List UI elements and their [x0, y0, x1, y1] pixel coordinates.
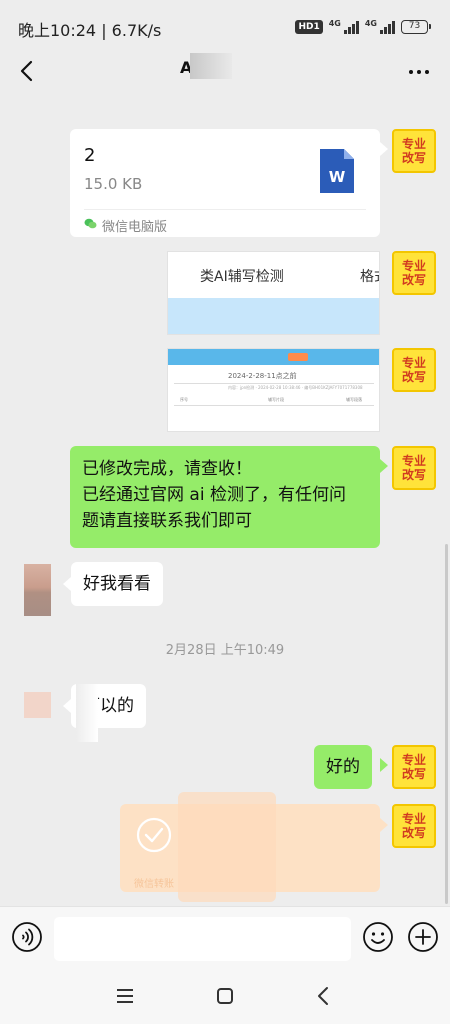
message-text: 好的 [326, 757, 360, 777]
image-divider [174, 405, 374, 406]
signal-icon [343, 20, 359, 34]
image-column-header: 辅写段落 [346, 397, 362, 402]
self-avatar[interactable]: 专业 改写 [392, 348, 436, 392]
emoji-icon[interactable] [362, 921, 394, 953]
scrollbar[interactable] [445, 544, 448, 904]
signal-icon [380, 20, 395, 34]
message-text: 好我看看 [83, 574, 151, 594]
more-options-icon[interactable] [406, 60, 432, 84]
plus-icon[interactable] [407, 921, 439, 953]
image-band [168, 349, 379, 365]
image-column-header: 辅写片段 [268, 397, 284, 402]
self-avatar[interactable]: 专业 改写 [392, 251, 436, 295]
self-avatar-text: 专业 改写 [401, 812, 426, 840]
self-avatar-text: 专业 改写 [401, 137, 426, 165]
bubble-tail [63, 577, 71, 591]
voice-icon[interactable] [11, 921, 43, 953]
file-name: 2 [84, 145, 96, 166]
self-avatar-text: 专业 改写 [401, 259, 426, 287]
bubble-tail [380, 459, 388, 473]
image-subtext: 内容：jpn检测 · 2024-02-28 10:38:46 · 编号BH01K… [228, 385, 363, 390]
transfer-label: 微信转账 [134, 879, 174, 890]
self-avatar[interactable]: 专业 改写 [392, 804, 436, 848]
message-text: 已经通过官网 ai 检测了，有任何问 [82, 485, 346, 505]
check-circle-icon [136, 817, 172, 853]
network-label-1: 4G [328, 19, 341, 28]
contact-message-bubble[interactable]: 好我看看 [71, 562, 163, 606]
message-timestamp: 2月28日 上午10:49 [165, 643, 285, 658]
contact-avatar[interactable] [24, 692, 51, 718]
image-date: 2024-2-28-11点之前 [228, 372, 297, 380]
bubble-tail [380, 818, 388, 832]
transfer-overlay [178, 792, 276, 902]
svg-text:W: W [329, 168, 346, 186]
image-band [168, 298, 379, 334]
status-time: 晚上10:24 | 6.7K/s [18, 21, 162, 40]
self-avatar-text: 专业 改写 [401, 356, 426, 384]
hd-badge: HD1 [295, 20, 323, 34]
back-arrow-icon[interactable] [14, 56, 40, 86]
home-icon[interactable] [216, 987, 234, 1005]
system-navigation [0, 970, 450, 1024]
image-text: 类AI辅写检测 [200, 269, 284, 285]
status-icons: HD1 4G 4G 73 [295, 19, 431, 35]
self-avatar-text: 专业 改写 [401, 753, 426, 781]
wechat-icon [84, 218, 97, 229]
bubble-tail [63, 699, 71, 713]
message-text: 题请直接联系我们即可 [82, 511, 252, 531]
self-avatar[interactable]: 专业 改写 [392, 129, 436, 173]
image-message[interactable]: 类AI辅写检测 格式 [167, 251, 380, 335]
bubble-tail [380, 142, 388, 156]
chat-messages[interactable]: 2 15.0 KB W 微信电脑版 专业 改写 类AI辅写检测 格式 专业 改写… [0, 94, 450, 906]
file-message[interactable]: 2 15.0 KB W 微信电脑版 [70, 129, 380, 237]
image-column-header: 序号 [180, 397, 188, 402]
image-badge [288, 353, 308, 361]
redaction-patch [76, 684, 98, 742]
status-bar: 晚上10:24 | 6.7K/s HD1 4G 4G 73 [0, 0, 450, 48]
contact-avatar[interactable] [24, 564, 51, 616]
message-text: 已修改完成，请查收！ [82, 459, 252, 479]
self-avatar[interactable]: 专业 改写 [392, 446, 436, 490]
message-input[interactable] [54, 917, 351, 961]
menu-icon[interactable] [116, 988, 134, 1004]
self-avatar[interactable]: 专业 改写 [392, 745, 436, 789]
file-size: 15.0 KB [84, 175, 143, 193]
self-message-bubble[interactable]: 已修改完成，请查收！ 已经通过官网 ai 检测了，有任何问 题请直接联系我们即可 [70, 446, 380, 548]
battery-icon: 73 [401, 20, 431, 34]
title-redaction [190, 53, 232, 79]
bubble-tail [380, 758, 388, 772]
input-bar [0, 906, 450, 970]
image-divider [174, 383, 374, 384]
network-label-2: 4G [364, 19, 377, 28]
chat-header: A [0, 48, 450, 94]
nav-back-icon[interactable] [316, 986, 330, 1006]
self-message-bubble[interactable]: 好的 [314, 745, 372, 789]
image-message[interactable]: 2024-2-28-11点之前 内容：jpn检测 · 2024-02-28 10… [167, 348, 380, 432]
file-divider [84, 209, 366, 210]
word-icon: W [320, 149, 354, 193]
self-avatar-text: 专业 改写 [401, 454, 426, 482]
file-source: 微信电脑版 [102, 220, 168, 235]
image-text: 格式 [360, 269, 379, 285]
